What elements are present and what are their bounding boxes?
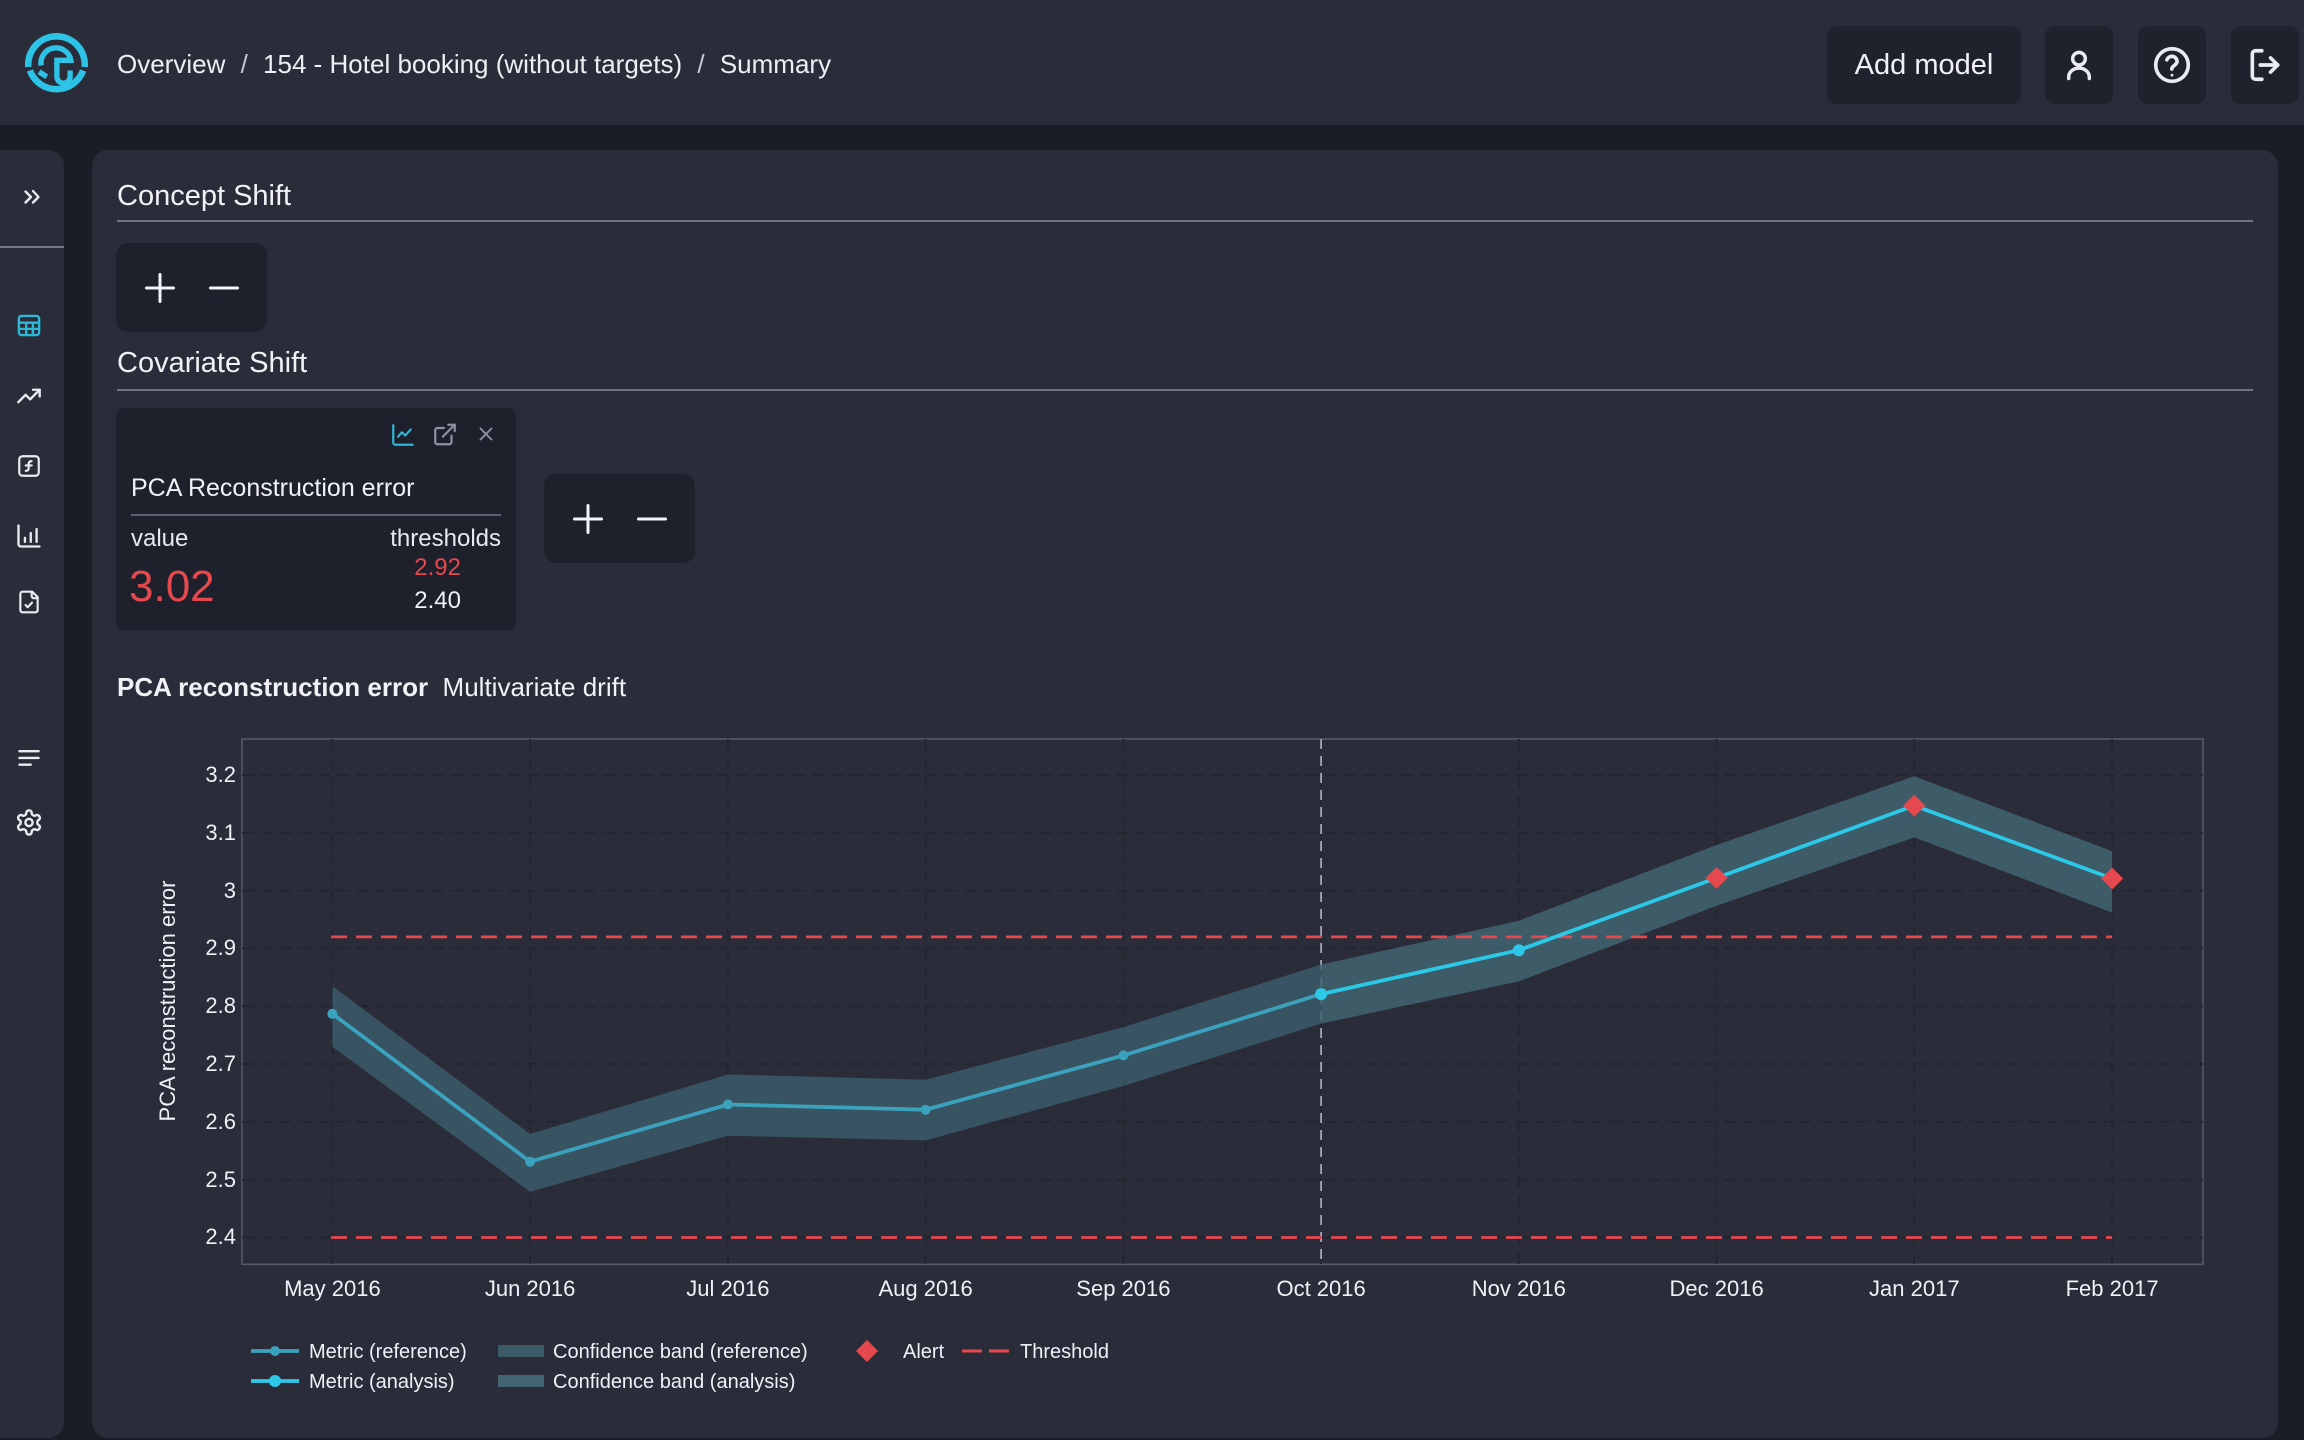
svg-text:May 2016: May 2016 <box>284 1276 381 1301</box>
svg-text:Metric (reference): Metric (reference) <box>309 1341 467 1363</box>
svg-text:PCA reconstruction error: PCA reconstruction error <box>155 881 180 1122</box>
svg-text:Alert: Alert <box>903 1341 945 1363</box>
svg-text:3: 3 <box>224 878 236 903</box>
svg-text:3.2: 3.2 <box>205 762 236 787</box>
svg-text:2.4: 2.4 <box>205 1224 236 1249</box>
svg-text:Feb 2017: Feb 2017 <box>2066 1276 2159 1301</box>
svg-text:Oct 2016: Oct 2016 <box>1276 1276 1365 1301</box>
svg-text:2.7: 2.7 <box>205 1051 236 1076</box>
svg-text:Jan 2017: Jan 2017 <box>1869 1276 1960 1301</box>
svg-text:Confidence band (reference): Confidence band (reference) <box>553 1341 808 1363</box>
svg-text:Confidence band (analysis): Confidence band (analysis) <box>553 1371 795 1393</box>
svg-text:Sep 2016: Sep 2016 <box>1076 1276 1170 1301</box>
svg-text:Aug 2016: Aug 2016 <box>878 1276 972 1301</box>
svg-text:Nov 2016: Nov 2016 <box>1472 1276 1566 1301</box>
svg-text:2.6: 2.6 <box>205 1109 236 1134</box>
svg-text:Jul 2016: Jul 2016 <box>686 1276 769 1301</box>
svg-text:2.9: 2.9 <box>205 935 236 960</box>
svg-text:Jun 2016: Jun 2016 <box>485 1276 576 1301</box>
svg-text:Dec 2016: Dec 2016 <box>1670 1276 1764 1301</box>
svg-text:Metric (analysis): Metric (analysis) <box>309 1371 455 1393</box>
svg-text:Threshold: Threshold <box>1020 1341 1109 1363</box>
svg-text:2.8: 2.8 <box>205 993 236 1018</box>
svg-text:2.5: 2.5 <box>205 1167 236 1192</box>
svg-text:3.1: 3.1 <box>205 820 236 845</box>
